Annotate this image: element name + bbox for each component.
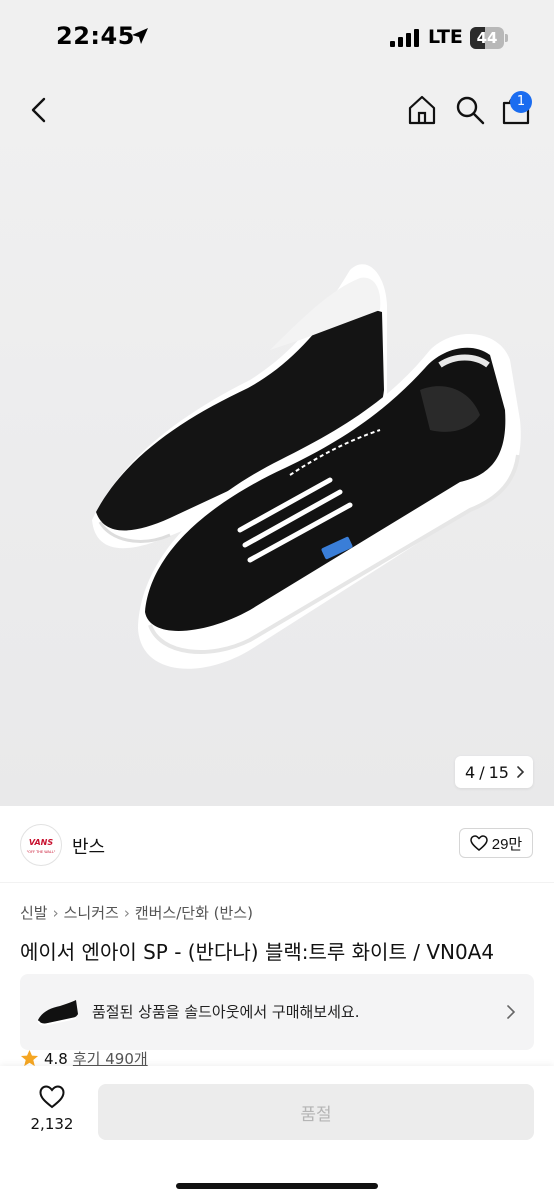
status-bar: 22:45 LTE 44	[0, 0, 554, 76]
product-thumbnail	[37, 1000, 78, 1026]
brand-logo[interactable]: VANS "OFF THE WALL"	[20, 824, 62, 866]
wishlist-button[interactable]: 2,132	[30, 1085, 74, 1145]
breadcrumb-item-shoes[interactable]: 신발	[20, 904, 48, 922]
product-photo	[92, 264, 521, 669]
logo-wordmark: VANS	[29, 838, 54, 847]
pager-separator: /	[479, 762, 485, 782]
product-title: 에이서 엔아이 SP - (반다나) 블랙:트루 화이트 / VN0A4	[20, 940, 495, 964]
logo-tagline: "OFF THE WALL"	[27, 850, 56, 854]
buy-button[interactable]: 품절	[98, 1084, 534, 1140]
breadcrumb-item-sneakers[interactable]: 스니커즈	[64, 904, 119, 922]
pager-current: 4	[465, 762, 476, 782]
search-icon[interactable]	[452, 92, 488, 128]
breadcrumb-chevron-icon: ›	[52, 904, 59, 922]
brand-name[interactable]: 반스	[72, 833, 105, 859]
heart-icon	[39, 1085, 65, 1109]
network-type: LTE	[428, 26, 463, 48]
battery-level: 44	[476, 29, 498, 47]
wishlist-count: 2,132	[30, 1115, 74, 1133]
breadcrumb: 신발 › 스니커즈 › 캔버스/단화 (반스)	[20, 902, 253, 923]
back-icon[interactable]	[22, 92, 58, 128]
chevron-right-icon	[517, 766, 525, 778]
brand-like-count: 29만	[491, 835, 523, 853]
breadcrumb-item-canvas[interactable]: 캔버스/단화 (반스)	[135, 904, 253, 922]
location-arrow-icon	[132, 28, 148, 44]
rating-score: 4.8	[44, 1049, 68, 1068]
cart-count-badge: 1	[510, 91, 532, 113]
soldout-banner[interactable]: 품절된 상품을 솔드아웃에서 구매해보세요.	[20, 974, 534, 1050]
status-time: 22:45	[56, 22, 135, 50]
breadcrumb-chevron-icon: ›	[123, 904, 130, 922]
heart-icon	[469, 835, 488, 851]
soldout-banner-text: 품절된 상품을 솔드아웃에서 구매해보세요.	[92, 1003, 360, 1021]
gallery-pager[interactable]: 4 / 15	[455, 756, 533, 788]
chevron-right-icon	[507, 1005, 516, 1019]
battery-icon: 44	[470, 27, 508, 49]
cellular-signal-icon	[390, 29, 419, 47]
pager-total: 15	[488, 762, 509, 782]
home-indicator	[176, 1183, 378, 1189]
divider	[0, 882, 554, 883]
vans-logo-icon: VANS "OFF THE WALL"	[27, 838, 56, 854]
home-icon[interactable]	[404, 92, 440, 128]
brand-like-button[interactable]: 29만	[459, 828, 533, 858]
